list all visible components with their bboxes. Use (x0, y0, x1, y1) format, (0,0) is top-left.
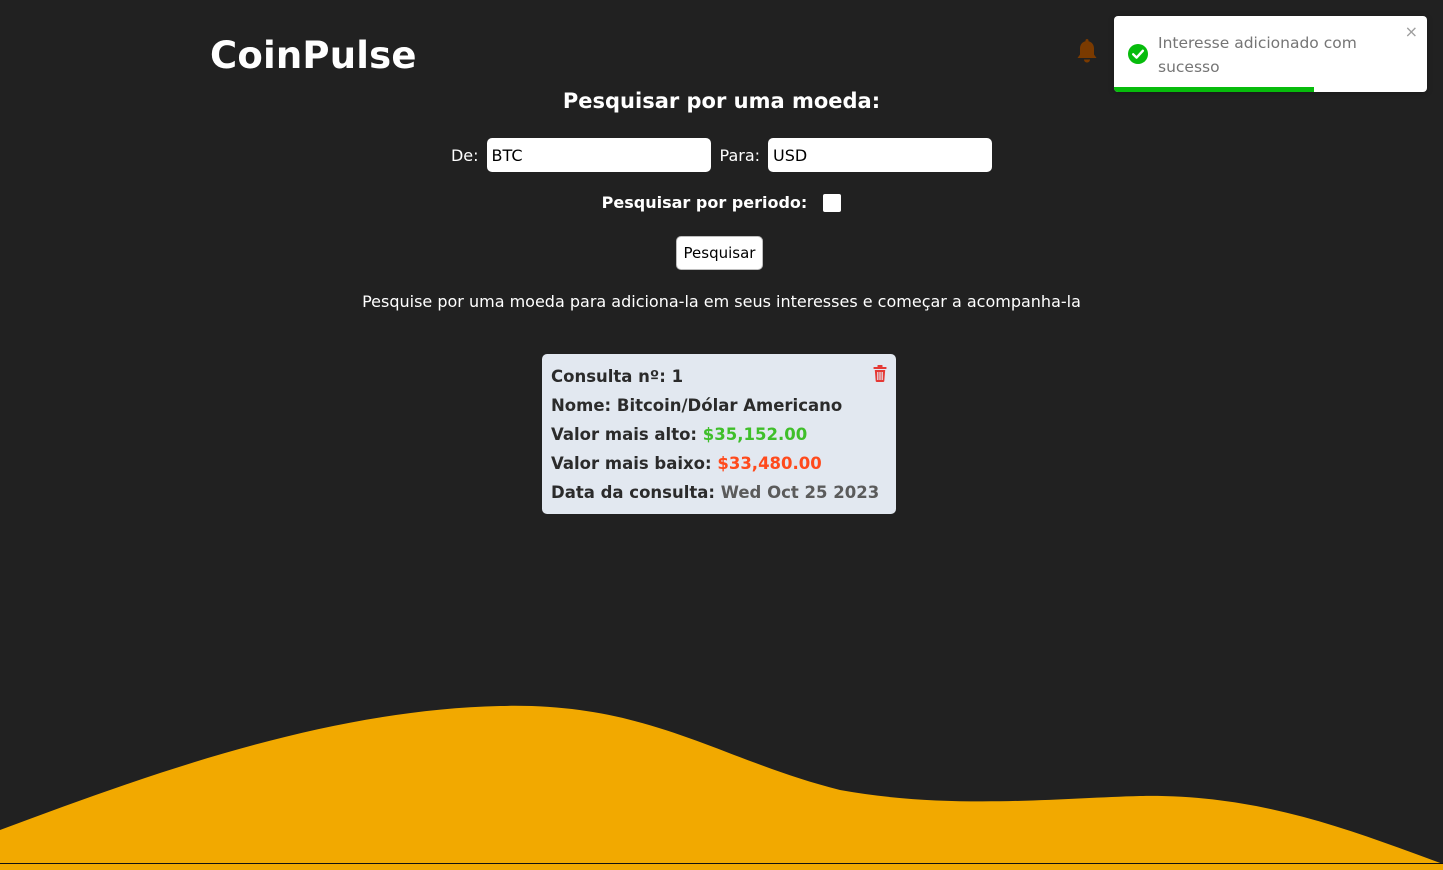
card-name-line: Nome: Bitcoin/Dólar Americano (551, 396, 887, 425)
period-checkbox[interactable] (823, 193, 842, 212)
low-value: $33,480.00 (717, 454, 822, 473)
bell-icon[interactable] (1075, 37, 1099, 65)
date-label: Data da consulta: (551, 483, 715, 502)
toast-message: Interesse adicionado com sucesso (1158, 34, 1357, 76)
period-label: Pesquisar por periodo: (601, 193, 808, 212)
toast-progress-bar (1114, 87, 1315, 92)
low-label: Valor mais baixo: (551, 454, 712, 473)
trash-icon[interactable] (873, 365, 887, 382)
success-toast: Interesse adicionado com sucesso × (1114, 16, 1427, 92)
period-row: Pesquisar por periodo: (0, 193, 1443, 212)
name-value: Bitcoin/Dólar Americano (616, 396, 843, 415)
toast-close-button[interactable]: × (1405, 22, 1418, 41)
query-label: Consulta nº: (551, 367, 666, 386)
name-label: Nome: (551, 396, 612, 415)
card-high-line: Valor mais alto: $35,152.00 (551, 425, 887, 454)
interest-card: Consulta nº: 1 Nome: Bitcoin/Dólar Ameri… (542, 354, 896, 514)
high-label: Valor mais alto: (551, 425, 698, 444)
search-hint: Pesquise por uma moeda para adiciona-la … (362, 292, 1081, 311)
brand-logo[interactable]: CoinPulse (210, 34, 417, 77)
from-input[interactable] (486, 138, 711, 172)
decorative-wave (0, 705, 1443, 870)
search-button[interactable]: Pesquisar (676, 236, 763, 270)
from-label: De: (450, 145, 479, 165)
card-query-line: Consulta nº: 1 (551, 367, 887, 396)
to-label: Para: (719, 145, 761, 165)
card-low-line: Valor mais baixo: $33,480.00 (551, 454, 887, 483)
query-number: 1 (671, 367, 684, 386)
date-value: Wed Oct 25 2023 (720, 483, 880, 502)
card-date-line: Data da consulta: Wed Oct 25 2023 (551, 483, 887, 512)
high-value: $35,152.00 (702, 425, 808, 444)
to-input[interactable] (768, 138, 993, 172)
search-title: Pesquisar por uma moeda: (562, 89, 881, 113)
check-circle-icon (1128, 44, 1148, 64)
currency-row: De: Para: (0, 138, 1443, 172)
page: CoinPulse Pesquisar por uma moeda: De: P… (0, 0, 1443, 870)
